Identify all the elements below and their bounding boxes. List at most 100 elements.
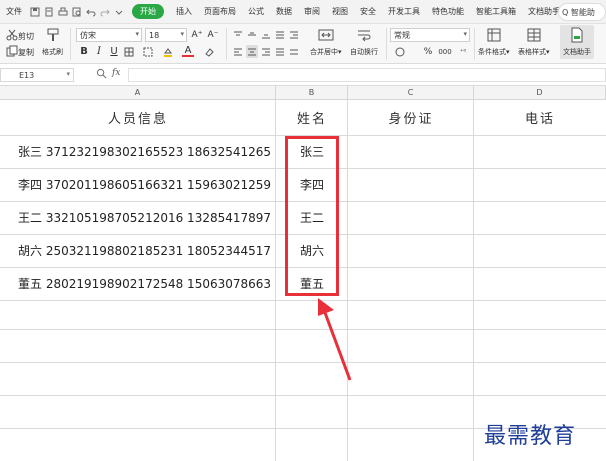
document-icon (569, 27, 585, 47)
borders-icon[interactable] (123, 45, 135, 58)
formula-bar: E13 ▾ fx (0, 64, 606, 86)
table-row-info[interactable]: 胡六 250321198802185231 18052344517 (18, 234, 271, 267)
tab-data[interactable]: 数据 (270, 6, 298, 17)
tab-insert[interactable]: 插入 (170, 6, 198, 17)
formula-input[interactable] (128, 68, 606, 82)
font-size-value: 18 (149, 30, 160, 40)
header-cell-id-card[interactable]: 身份证 (348, 100, 474, 135)
conditional-format-button[interactable]: 条件格式▾ (478, 27, 510, 57)
eraser-icon[interactable] (203, 45, 215, 58)
align-top-icon[interactable] (232, 28, 244, 41)
percent-button[interactable]: % (422, 45, 434, 58)
ribbon-toolbar: 剪切 复制 格式刷 仿宋 ▾ 18 ▾ A⁺ A⁻ B I U A 合并居中▾ 自动… (0, 24, 606, 64)
font-size-select[interactable]: 18 ▾ (145, 28, 187, 42)
copy-button[interactable]: 复制 (6, 45, 34, 59)
highlight-box (285, 136, 339, 296)
name-box[interactable]: E13 ▾ (0, 68, 74, 82)
merge-center-label: 合并居中 (310, 48, 338, 56)
format-painter-label: 格式刷 (42, 48, 63, 56)
column-header-a[interactable]: A (0, 86, 276, 100)
align-center-icon[interactable] (246, 45, 258, 58)
distributed-icon[interactable] (288, 45, 300, 58)
export-pdf-icon[interactable] (42, 5, 56, 19)
menu-bar: 文件 开始 插入 页面布局 公式 数据 审阅 视图 安全 开发工具 特色功能 智… (0, 0, 606, 24)
tab-review[interactable]: 审阅 (298, 6, 326, 17)
cell-reference: E13 (19, 70, 35, 80)
print-icon[interactable] (56, 5, 70, 19)
table-row-info[interactable]: 张三 371232198302165523 18632541265 (18, 135, 271, 168)
header-cell-phone[interactable]: 电话 (474, 100, 606, 135)
chevron-down-icon[interactable] (112, 5, 126, 19)
insert-function-button[interactable]: fx (112, 68, 120, 78)
watermark-logo: 最需教育 (484, 424, 577, 449)
tab-special[interactable]: 特色功能 (426, 6, 470, 17)
tab-developer[interactable]: 开发工具 (382, 6, 426, 17)
table-style-icon (526, 27, 542, 47)
grow-font-button[interactable]: A⁺ (190, 28, 204, 41)
menu-file[interactable]: 文件 (0, 6, 28, 17)
chevron-down-icon: ▾ (66, 70, 70, 78)
tab-smart-toolbox[interactable]: 智能工具箱 (470, 6, 522, 17)
number-format-select[interactable]: 常规 ▾ (390, 28, 470, 42)
align-middle-icon[interactable] (246, 28, 258, 41)
tab-home[interactable]: 开始 (132, 4, 164, 19)
chevron-down-icon: ▾ (135, 30, 139, 38)
indent-icon[interactable] (288, 28, 300, 41)
shrink-font-button[interactable]: A⁻ (206, 28, 220, 41)
table-row-info[interactable]: 王二 332105198705212016 13285417897 (18, 201, 271, 234)
column-header-c[interactable]: C (348, 86, 474, 100)
fill-color-icon[interactable] (162, 45, 174, 58)
doc-helper-button[interactable]: 文档助手 (560, 25, 594, 59)
bold-button[interactable]: B (78, 45, 90, 58)
table-row-info[interactable]: 董五 280219198902172548 15063078663 (18, 267, 271, 300)
tab-page-layout[interactable]: 页面布局 (198, 6, 242, 17)
font-color-button[interactable]: A (182, 45, 194, 57)
thousands-button[interactable]: 000 (436, 45, 454, 58)
search-box[interactable]: Q 智能助 (558, 3, 606, 21)
zoom-search-icon[interactable] (96, 68, 107, 79)
fill-border-icon[interactable] (142, 45, 154, 58)
conditional-format-icon (486, 27, 502, 47)
wrap-text-icon (356, 27, 372, 47)
conditional-format-label: 条件格式 (478, 48, 506, 56)
align-bottom-icon[interactable] (260, 28, 272, 41)
print-preview-icon[interactable] (70, 5, 84, 19)
column-header-b[interactable]: B (276, 86, 348, 100)
merge-center-button[interactable]: 合并居中▾ (310, 27, 342, 57)
orientation-icon[interactable] (274, 28, 286, 41)
table-style-button[interactable]: 表格样式▾ (518, 27, 550, 57)
align-right-icon[interactable] (260, 45, 272, 58)
annotation-arrow-icon (318, 298, 352, 381)
font-name-select[interactable]: 仿宋 ▾ (76, 28, 142, 42)
tab-formulas[interactable]: 公式 (242, 6, 270, 17)
chevron-down-icon: ▾ (463, 30, 467, 38)
scissors-icon (6, 29, 18, 43)
column-header-d[interactable]: D (474, 86, 606, 100)
save-icon[interactable] (28, 5, 42, 19)
italic-button[interactable]: I (93, 45, 105, 58)
copy-label: 复制 (18, 47, 34, 57)
tab-view[interactable]: 视图 (326, 6, 354, 17)
increase-decimal-icon[interactable]: ⁺⁰ (456, 45, 470, 58)
tab-security[interactable]: 安全 (354, 6, 382, 17)
justify-icon[interactable] (274, 45, 286, 58)
cut-button[interactable]: 剪切 (6, 29, 34, 43)
table-row-info[interactable]: 李四 370201198605166321 15963021259 (18, 168, 271, 201)
chevron-down-icon: ▾ (180, 30, 184, 38)
header-cell-name[interactable]: 姓名 (276, 100, 348, 135)
header-cell-person-info[interactable]: 人员信息 (0, 100, 276, 135)
copy-icon (6, 45, 18, 59)
doc-helper-label: 文档助手 (563, 48, 591, 56)
table-style-label: 表格样式 (518, 48, 546, 56)
align-left-icon[interactable] (232, 45, 244, 58)
number-format-value: 常规 (394, 30, 410, 40)
underline-button[interactable]: U (108, 45, 120, 58)
undo-icon[interactable] (84, 5, 98, 19)
cut-label: 剪切 (18, 31, 34, 41)
format-painter-button[interactable]: 格式刷 (42, 27, 63, 57)
wrap-text-button[interactable]: 自动换行 (350, 27, 378, 57)
font-name-value: 仿宋 (80, 30, 96, 40)
redo-icon[interactable] (98, 5, 112, 19)
currency-icon[interactable] (392, 45, 408, 58)
paintbrush-icon (45, 27, 61, 47)
